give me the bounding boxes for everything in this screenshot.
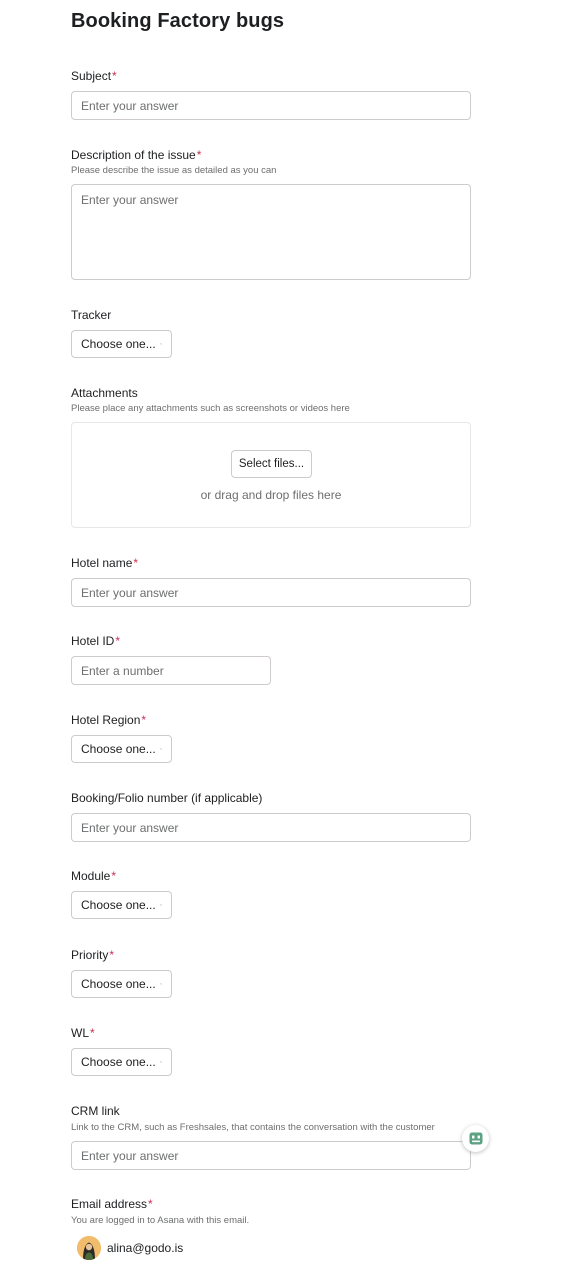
booking-number-input[interactable] — [71, 813, 471, 842]
required-marker: * — [90, 1026, 95, 1040]
hotel-id-input[interactable] — [71, 656, 271, 685]
attachments-helper: Please place any attachments such as scr… — [71, 403, 350, 414]
subject-label: Subject* — [71, 69, 117, 83]
hotel-name-input[interactable] — [71, 578, 471, 607]
wl-label: WL* — [71, 1026, 95, 1040]
priority-label: Priority* — [71, 948, 115, 962]
chevron-down-icon — [160, 983, 162, 985]
email-value: alina@godo.is — [107, 1241, 184, 1255]
description-label: Description of the issue* — [71, 148, 202, 162]
crm-link-label: CRM link — [71, 1104, 120, 1118]
tracker-label: Tracker — [71, 308, 112, 322]
tracker-select[interactable]: Choose one... — [71, 330, 172, 358]
chevron-down-icon — [160, 748, 162, 750]
email-label: Email address* — [71, 1197, 153, 1211]
crm-link-helper: Link to the CRM, such as Freshsales, tha… — [71, 1122, 435, 1133]
required-marker: * — [109, 948, 115, 962]
description-textarea[interactable] — [71, 184, 471, 280]
required-marker: * — [133, 556, 139, 570]
chevron-down-icon — [160, 904, 162, 906]
chevron-down-icon — [160, 1061, 162, 1063]
hotel-id-label: Hotel ID* — [71, 634, 121, 648]
required-marker: * — [196, 148, 202, 162]
email-helper: You are logged in to Asana with this ema… — [71, 1215, 250, 1226]
module-select[interactable]: Choose one... — [71, 891, 172, 919]
drop-files-text: or drag and drop files here — [200, 488, 342, 502]
crm-link-input[interactable] — [71, 1141, 471, 1170]
required-marker: * — [115, 634, 121, 648]
required-marker: * — [111, 869, 117, 883]
description-helper: Please describe the issue as detailed as… — [71, 165, 277, 176]
chevron-down-icon — [160, 343, 162, 345]
wl-select[interactable]: Choose one... — [71, 1048, 172, 1076]
help-widget-icon — [469, 1132, 482, 1145]
hotel-name-label: Hotel name* — [71, 556, 139, 570]
required-marker: * — [141, 713, 147, 727]
avatar-image — [77, 1236, 101, 1260]
hotel-region-label: Hotel Region* — [71, 713, 147, 727]
module-label: Module* — [71, 869, 117, 883]
file-dropzone[interactable]: Select files... or drag and drop files h… — [71, 422, 471, 528]
subject-input[interactable] — [71, 91, 471, 120]
hotel-region-select[interactable]: Choose one... — [71, 735, 172, 763]
help-widget-button[interactable] — [462, 1125, 489, 1152]
select-files-button[interactable]: Select files... — [231, 450, 312, 478]
booking-number-label: Booking/Folio number (if applicable) — [71, 791, 263, 805]
required-marker: * — [148, 1197, 153, 1211]
required-marker: * — [112, 69, 117, 83]
form-title: Booking Factory bugs — [71, 10, 285, 32]
attachments-label: Attachments — [71, 386, 138, 400]
priority-select[interactable]: Choose one... — [71, 970, 172, 998]
user-avatar — [77, 1236, 101, 1260]
